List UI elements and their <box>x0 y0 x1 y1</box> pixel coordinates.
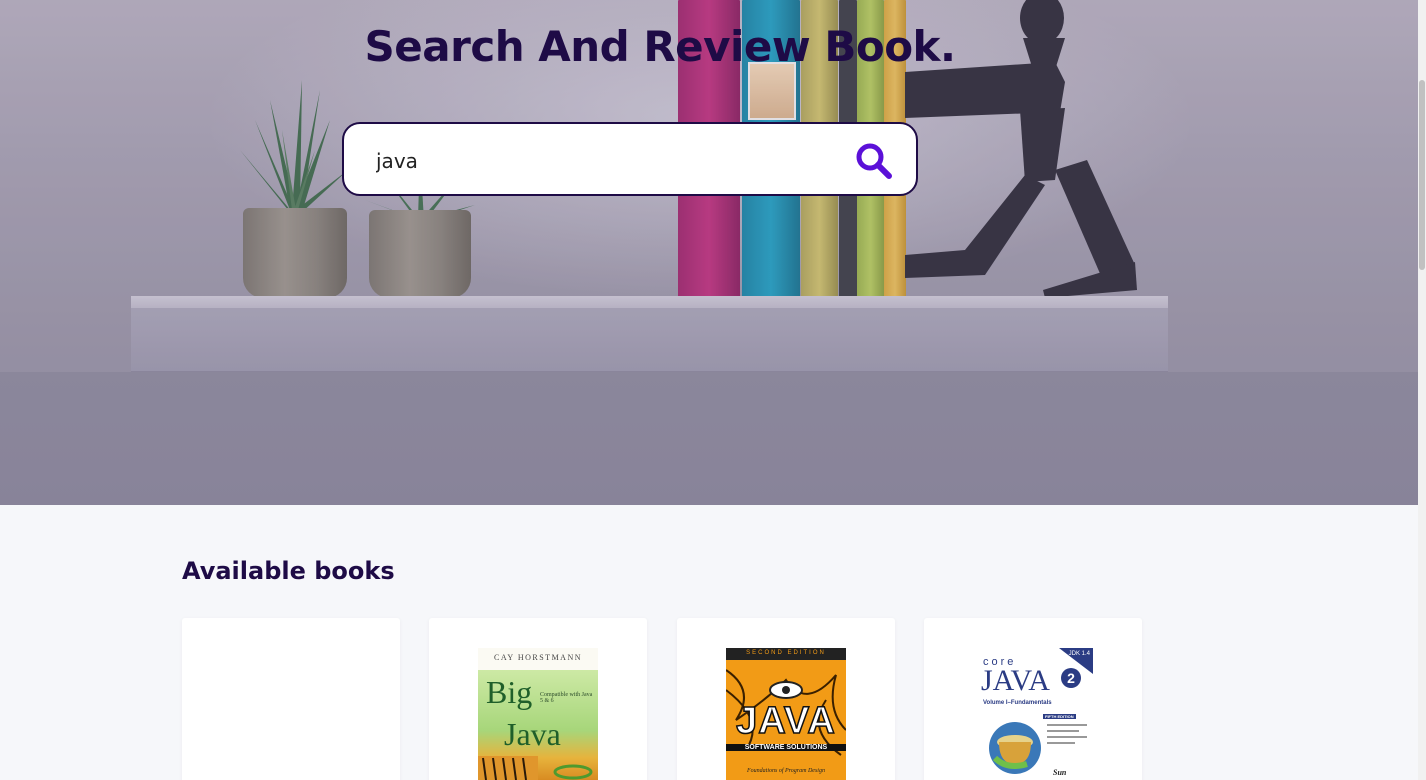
page-scrollbar[interactable] <box>1418 0 1426 780</box>
section-title: Available books <box>182 557 395 585</box>
book-card[interactable]: JDK 1.4 core JAVA 2 Volume I–Fundamental… <box>924 618 1142 780</box>
page-title: Search And Review Book. <box>364 22 956 71</box>
book-card[interactable] <box>182 618 400 780</box>
cover-number: 2 <box>1061 668 1081 688</box>
book-cover-image: SECOND EDITION JAVA SOFTWARE SOLUTIONS F… <box>726 648 846 780</box>
cover-subtitle: SOFTWARE SOLUTIONS <box>726 744 846 751</box>
book-card[interactable]: CAY HORSTMANN Big Java Compatible with J… <box>429 618 647 780</box>
cover-publisher: Sun <box>1053 768 1067 777</box>
cover-edition: SECOND EDITION <box>746 650 826 656</box>
book-cover-image: CAY HORSTMANN Big Java Compatible with J… <box>478 648 598 780</box>
tiger-illustration <box>478 756 593 780</box>
search-input[interactable] <box>376 144 836 178</box>
cover-volume: Volume I–Fundamentals <box>983 700 1052 706</box>
cover-subtitle: Compatible with Java 5 & 6 <box>540 692 593 704</box>
cover-title: JAVA <box>981 664 1050 697</box>
search-button[interactable] <box>854 141 894 181</box>
cover-edition: FIFTH EDITION <box>1043 714 1076 719</box>
book-cover-image: JDK 1.4 core JAVA 2 Volume I–Fundamental… <box>973 648 1093 780</box>
book-card[interactable]: SECOND EDITION JAVA SOFTWARE SOLUTIONS F… <box>677 618 895 780</box>
search-icon <box>856 143 892 179</box>
cover-tagline: Foundations of Program Design <box>747 768 825 774</box>
book-cover-blank <box>231 648 351 780</box>
cover-title: JAVA <box>735 699 836 743</box>
hero-overlay <box>0 0 1418 505</box>
hero-banner: Search And Review Book. <box>0 0 1418 505</box>
cover-author: CAY HORSTMANN <box>493 653 583 662</box>
search-bar <box>342 122 918 196</box>
scrollbar-thumb[interactable] <box>1419 80 1425 270</box>
coffee-cup-illustration <box>989 722 1041 774</box>
cover-title-big: Big <box>486 674 533 710</box>
